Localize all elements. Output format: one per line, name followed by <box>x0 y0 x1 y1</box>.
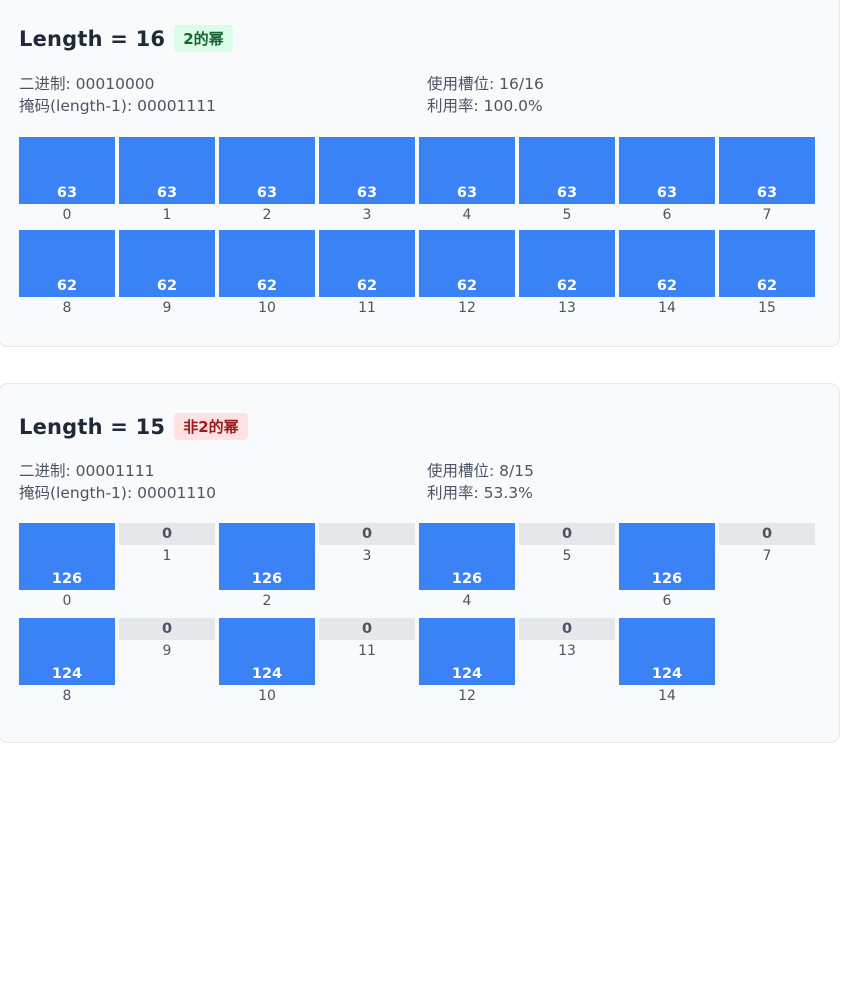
slot-index-label: 1 <box>162 207 172 223</box>
slot-index-label: 4 <box>462 593 472 609</box>
slot-index-label: 11 <box>358 300 376 316</box>
slot-count-bar: 63 <box>319 137 415 204</box>
slot-index-label: 3 <box>362 207 372 223</box>
slot-count-bar: 63 <box>419 137 515 204</box>
slot-count-bar: 124 <box>619 618 715 685</box>
panel-length-16: Length = 16 2的幂 二进制: 00010000 掩码(length-… <box>0 0 840 347</box>
slot-grid: 126 0 0 1 126 2 0 3 126 4 0 5 126 6 0 7 124 8 0 9 124 10 0 11 12… <box>19 384 839 984</box>
panel-length-15: Length = 15 非2的幂 二进制: 00001111 掩码(length… <box>0 383 840 743</box>
empty-slot-bar: 0 <box>119 618 215 640</box>
slot-index-label: 8 <box>62 300 72 316</box>
slot-index-label: 2 <box>262 207 272 223</box>
slot-count-bar: 63 <box>719 137 815 204</box>
slot-count-bar: 126 <box>19 523 115 590</box>
empty-slot-bar: 0 <box>519 618 615 640</box>
slot-count-bar: 62 <box>519 230 615 297</box>
slot-count-bar: 126 <box>619 523 715 590</box>
slot-count-bar: 62 <box>419 230 515 297</box>
empty-slot-bar: 0 <box>719 523 815 545</box>
slot-index-label: 7 <box>762 548 772 564</box>
slot-index-label: 13 <box>558 643 576 659</box>
slot-count-bar: 63 <box>219 137 315 204</box>
slot-count-bar: 124 <box>219 618 315 685</box>
slot-index-label: 11 <box>358 643 376 659</box>
slot-count-bar: 124 <box>19 618 115 685</box>
slot-index-label: 6 <box>662 593 672 609</box>
slot-index-label: 14 <box>658 688 676 704</box>
slot-index-label: 6 <box>662 207 672 223</box>
slot-count-bar: 62 <box>719 230 815 297</box>
slot-count-bar: 63 <box>619 137 715 204</box>
slot-count-bar: 62 <box>619 230 715 297</box>
slot-count-bar: 62 <box>119 230 215 297</box>
slot-index-label: 15 <box>758 300 776 316</box>
empty-slot-bar: 0 <box>319 618 415 640</box>
slot-index-label: 10 <box>258 300 276 316</box>
slot-index-label: 1 <box>162 548 172 564</box>
slot-index-label: 13 <box>558 300 576 316</box>
slot-index-label: 0 <box>62 593 72 609</box>
slot-count-bar: 126 <box>419 523 515 590</box>
empty-slot-bar: 0 <box>119 523 215 545</box>
slot-index-label: 7 <box>762 207 772 223</box>
slot-index-label: 14 <box>658 300 676 316</box>
slot-index-label: 4 <box>462 207 472 223</box>
empty-slot-bar: 0 <box>319 523 415 545</box>
slot-index-label: 3 <box>362 548 372 564</box>
slot-index-label: 9 <box>162 643 172 659</box>
slot-count-bar: 63 <box>119 137 215 204</box>
slot-count-bar: 62 <box>19 230 115 297</box>
slot-index-label: 12 <box>458 300 476 316</box>
slot-count-bar: 126 <box>219 523 315 590</box>
slot-index-label: 9 <box>162 300 172 316</box>
slot-count-bar: 62 <box>319 230 415 297</box>
slot-index-label: 5 <box>562 548 572 564</box>
slot-index-label: 5 <box>562 207 572 223</box>
slot-index-label: 8 <box>62 688 72 704</box>
slot-count-bar: 124 <box>419 618 515 685</box>
empty-slot-bar: 0 <box>519 523 615 545</box>
slot-count-bar: 63 <box>519 137 615 204</box>
slot-index-label: 2 <box>262 593 272 609</box>
slot-index-label: 12 <box>458 688 476 704</box>
slot-count-bar: 63 <box>19 137 115 204</box>
slot-index-label: 10 <box>258 688 276 704</box>
slot-index-label: 0 <box>62 207 72 223</box>
slot-count-bar: 62 <box>219 230 315 297</box>
